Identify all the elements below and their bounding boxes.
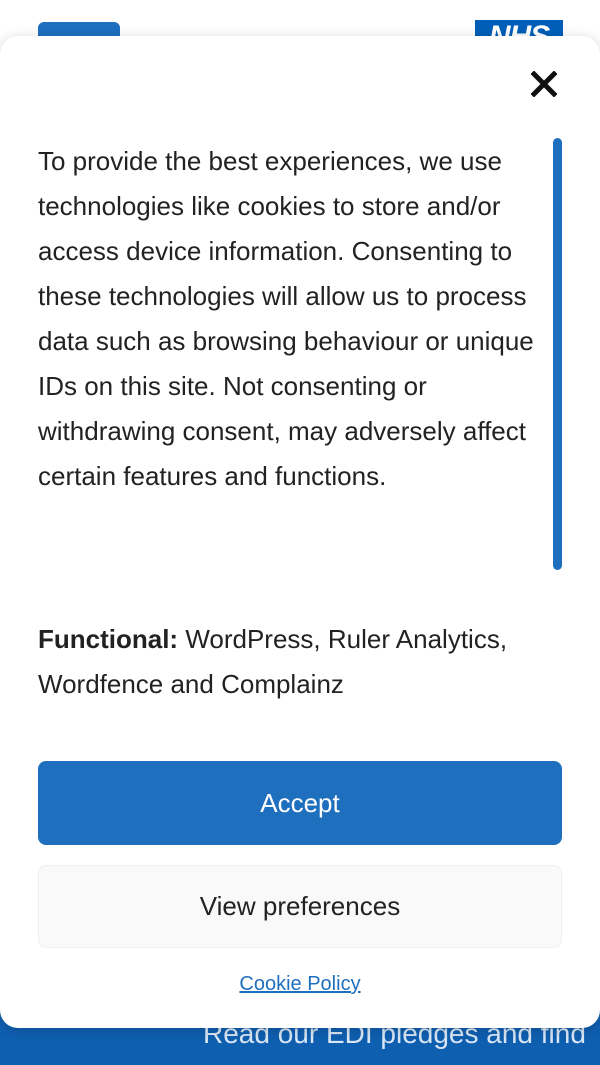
close-icon: [531, 71, 557, 97]
categories-label: Functional:: [38, 624, 179, 654]
view-preferences-button[interactable]: View preferences: [38, 865, 562, 948]
cookie-policy-container: Cookie Policy: [0, 970, 600, 998]
cookie-consent-modal: To provide the best experiences, we use …: [0, 36, 600, 1028]
cookie-categories: Functional: WordPress, Ruler Analytics, …: [38, 617, 558, 707]
close-button[interactable]: [522, 62, 566, 106]
page: NHS Read our EDI pledges and find To pro…: [0, 0, 600, 1065]
cookie-policy-link[interactable]: Cookie Policy: [239, 973, 360, 995]
message-scrollbar[interactable]: [553, 138, 562, 570]
consent-message: To provide the best experiences, we use …: [38, 146, 534, 491]
accept-button[interactable]: Accept: [38, 761, 562, 845]
